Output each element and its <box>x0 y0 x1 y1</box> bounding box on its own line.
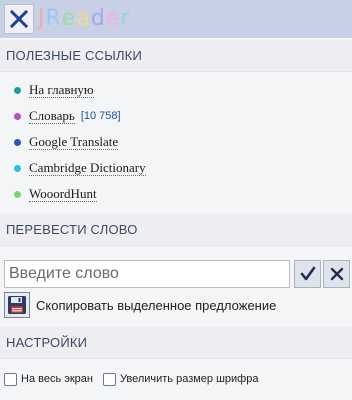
bullet-dot <box>14 86 21 94</box>
logo-letter: e <box>105 6 121 31</box>
close-x-icon <box>9 9 29 29</box>
bullet-dot <box>14 112 21 120</box>
link-label[interactable]: Google Translate <box>29 134 119 150</box>
copy-selection-button[interactable] <box>4 292 30 318</box>
bullet-dot <box>14 138 21 146</box>
copy-selection-row[interactable]: Скопировать выделенное предложение <box>4 292 276 318</box>
word-count-badge: [10 758] <box>80 110 121 122</box>
link-label[interactable]: На главную <box>29 82 94 98</box>
title-bar: JReader <box>0 0 352 38</box>
useful-links-heading: ПОЛЕЗНЫЕ ССЫЛКИ <box>0 40 352 72</box>
font-size-label[interactable]: Увеличить размер шрифра <box>120 373 259 385</box>
logo-letter: r <box>120 6 131 31</box>
checkmark-icon <box>300 266 315 281</box>
logo-letter: a <box>76 6 91 31</box>
floppy-disk-icon <box>8 296 26 314</box>
link-label[interactable]: WooordHunt <box>29 186 97 202</box>
link-dictionary[interactable]: Словарь [10 758] <box>0 103 352 129</box>
bullet-dot <box>14 190 21 198</box>
font-size-checkbox[interactable] <box>102 372 116 386</box>
logo-letter: J <box>38 6 46 31</box>
close-x-icon <box>330 267 343 281</box>
link-label[interactable]: Cambridge Dictionary <box>29 160 146 176</box>
useful-links-list: На главную Словарь [10 758] Google Trans… <box>0 77 352 207</box>
fullscreen-checkbox[interactable] <box>4 372 17 386</box>
confirm-button[interactable] <box>294 260 321 288</box>
link-google-translate[interactable]: Google Translate <box>0 129 352 155</box>
word-input[interactable] <box>4 260 290 288</box>
clear-button[interactable] <box>323 260 350 288</box>
link-label[interactable]: Словарь <box>29 108 75 124</box>
app-logo: JReader <box>38 4 130 34</box>
logo-letter: R <box>45 6 62 31</box>
close-button[interactable] <box>4 4 34 34</box>
link-wooordhunt[interactable]: WooordHunt <box>0 181 352 207</box>
link-cambridge-dictionary[interactable]: Cambridge Dictionary <box>0 155 352 181</box>
logo-letter: e <box>61 6 77 31</box>
translate-input-row <box>4 260 350 288</box>
fullscreen-label[interactable]: На весь экран <box>21 373 93 385</box>
settings-heading: НАСТРОЙКИ <box>0 327 352 359</box>
bullet-dot <box>14 164 21 172</box>
logo-letter: d <box>90 6 106 31</box>
translate-heading: ПЕРЕВЕСТИ СЛОВО <box>0 214 352 246</box>
copy-selection-label[interactable]: Скопировать выделенное предложение <box>36 298 276 313</box>
settings-options: На весь экран Увеличить размер шрифра <box>4 369 268 389</box>
link-home[interactable]: На главную <box>0 77 352 103</box>
